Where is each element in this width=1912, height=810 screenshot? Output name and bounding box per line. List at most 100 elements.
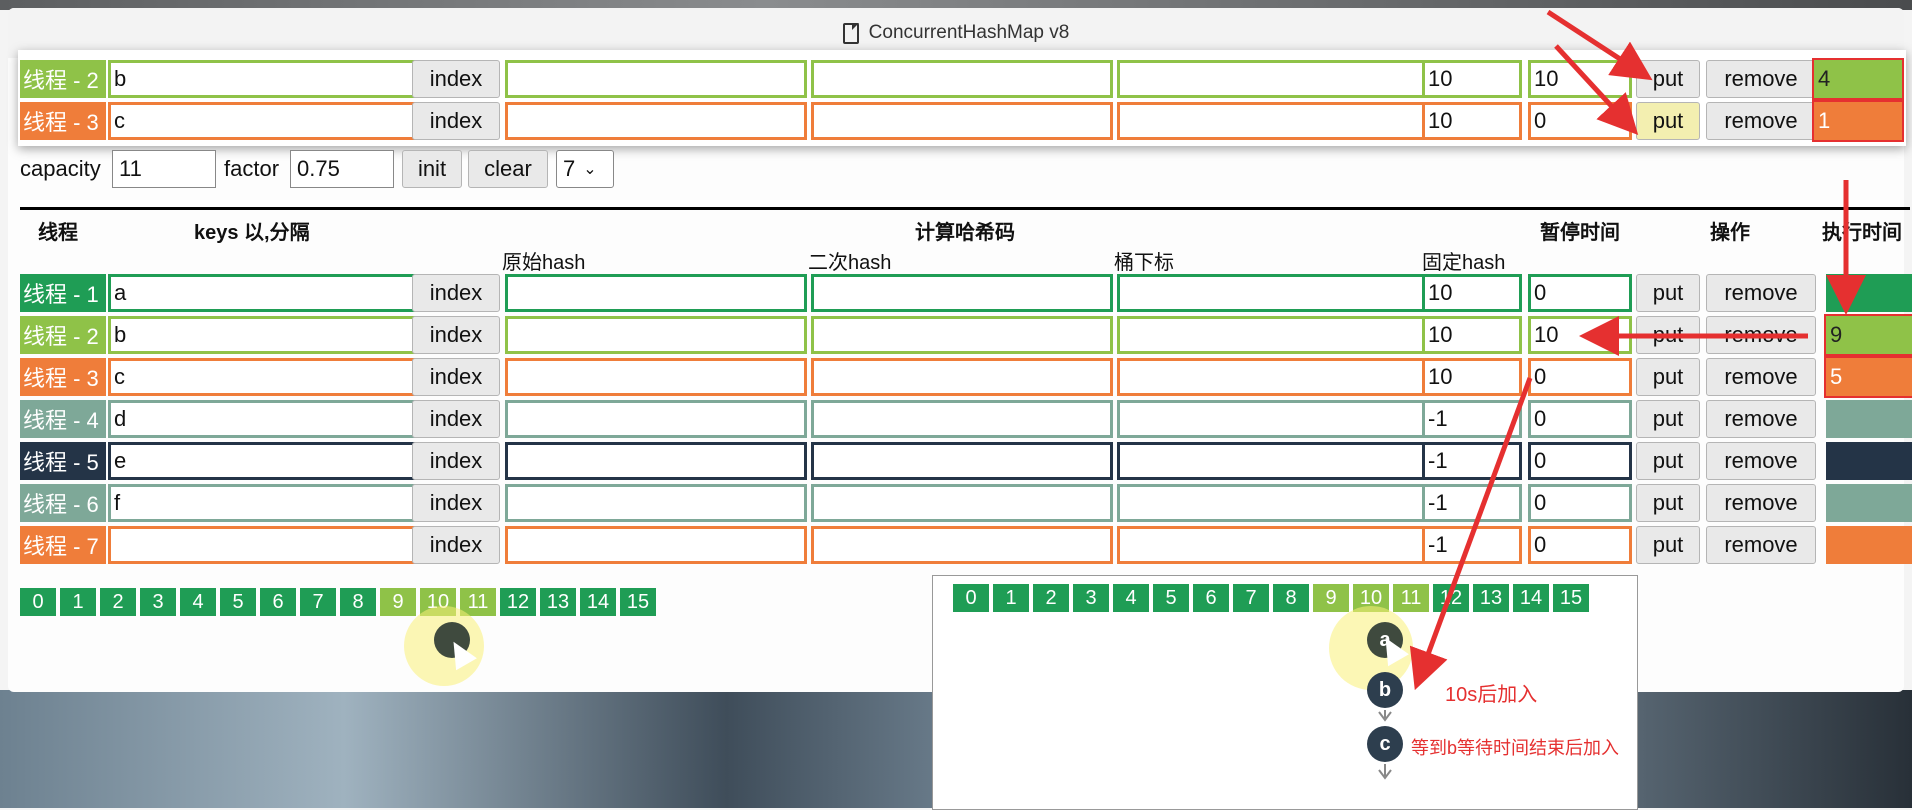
index-button[interactable]: index [412,358,500,396]
second-hash-field[interactable] [811,102,1113,140]
chevron-down-icon: ⌄ [583,161,597,178]
put-button[interactable]: put [1636,442,1700,480]
put-button[interactable]: put [1636,60,1700,98]
put-button[interactable]: put [1636,400,1700,438]
remove-button[interactable]: remove [1706,442,1816,480]
index-button[interactable]: index [412,102,500,140]
pause-input[interactable]: 10 [1528,60,1632,98]
keys-input[interactable] [108,526,430,564]
orig-hash-field[interactable] [505,60,807,98]
bucket-cell: 8 [340,588,376,616]
keys-input[interactable]: b [108,316,430,354]
remove-button[interactable]: remove [1706,526,1816,564]
keys-input[interactable]: d [108,400,430,438]
fixed-hash-input[interactable]: 10 [1422,102,1522,140]
capacity-input[interactable]: 11 [112,150,216,188]
second-hash-field[interactable] [811,484,1113,522]
fixed-hash-input[interactable]: 10 [1422,60,1522,98]
fixed-hash-input[interactable]: 10 [1422,316,1522,354]
thread-count-select[interactable]: 7 ⌄ [556,150,614,188]
header-pause: 暂停时间 [1540,222,1620,244]
keys-input[interactable]: b [108,60,430,98]
orig-hash-field[interactable] [505,400,807,438]
init-button[interactable]: init [402,150,462,188]
remove-button[interactable]: remove [1706,400,1816,438]
second-hash-field[interactable] [811,358,1113,396]
orig-hash-field[interactable] [505,442,807,480]
bucket-index-field[interactable] [1117,102,1439,140]
bucket-index-field[interactable] [1117,400,1439,438]
orig-hash-field[interactable] [505,316,807,354]
keys-input[interactable]: e [108,442,430,480]
bucket-array-inset: 0 1 2 3 4 5 6 7 8 9 10 11 12 13 14 15 [953,584,1589,612]
fixed-hash-input[interactable]: -1 [1422,526,1522,564]
exec-time: 1 [1812,100,1904,142]
put-button[interactable]: put [1636,526,1700,564]
index-button[interactable]: index [412,274,500,312]
orig-hash-field[interactable] [505,358,807,396]
remove-button[interactable]: remove [1706,316,1816,354]
put-button[interactable]: put [1636,484,1700,522]
index-button[interactable]: index [412,316,500,354]
bucket-index-field[interactable] [1117,358,1439,396]
pause-input[interactable]: 0 [1528,102,1632,140]
pause-input[interactable]: 0 [1528,400,1632,438]
pause-input[interactable]: 0 [1528,484,1632,522]
second-hash-field[interactable] [811,274,1113,312]
exec-time: 4 [1812,58,1904,100]
index-button[interactable]: index [412,442,500,480]
fixed-hash-input[interactable]: 10 [1422,358,1522,396]
index-button[interactable]: index [412,484,500,522]
index-button[interactable]: index [412,526,500,564]
clear-button[interactable]: clear [468,150,548,188]
orig-hash-field[interactable] [505,526,807,564]
fixed-hash-input[interactable]: -1 [1422,400,1522,438]
orig-hash-field[interactable] [505,102,807,140]
fixed-hash-input[interactable]: -1 [1422,484,1522,522]
remove-button[interactable]: remove [1706,60,1816,98]
second-hash-field[interactable] [811,400,1113,438]
bucket-index-field[interactable] [1117,442,1439,480]
remove-button[interactable]: remove [1706,274,1816,312]
pause-input[interactable]: 0 [1528,526,1632,564]
keys-input[interactable]: c [108,102,430,140]
pause-input[interactable]: 0 [1528,442,1632,480]
bucket-index-field[interactable] [1117,60,1439,98]
put-button[interactable]: put [1636,358,1700,396]
header-second-hash: 二次hash [808,252,892,274]
put-button[interactable]: put [1636,102,1700,140]
index-button[interactable]: index [412,400,500,438]
index-button[interactable]: index [412,60,500,98]
thread-label: 线程 - 7 [20,526,106,564]
keys-input[interactable]: f [108,484,430,522]
pause-input[interactable]: 10 [1528,316,1632,354]
keys-input[interactable]: a [108,274,430,312]
keys-input[interactable]: c [108,358,430,396]
fixed-hash-input[interactable]: 10 [1422,274,1522,312]
remove-button[interactable]: remove [1706,358,1816,396]
put-button[interactable]: put [1636,316,1700,354]
pause-input[interactable]: 0 [1528,358,1632,396]
factor-input[interactable]: 0.75 [290,150,394,188]
orig-hash-field[interactable] [505,274,807,312]
node-links [1378,710,1392,780]
remove-button[interactable]: remove [1706,484,1816,522]
put-button[interactable]: put [1636,274,1700,312]
bucket-index-field[interactable] [1117,316,1439,354]
pause-input[interactable]: 0 [1528,274,1632,312]
second-hash-field[interactable] [811,60,1113,98]
remove-button[interactable]: remove [1706,102,1816,140]
bucket-index-field[interactable] [1117,526,1439,564]
orig-hash-field[interactable] [505,484,807,522]
header-op: 操作 [1710,222,1750,244]
second-hash-field[interactable] [811,442,1113,480]
second-hash-field[interactable] [811,316,1113,354]
bucket-index-field[interactable] [1117,274,1439,312]
bucket-cell: 14 [580,588,616,616]
second-hash-field[interactable] [811,526,1113,564]
bucket-cell: 2 [1033,584,1069,612]
bucket-index-field[interactable] [1117,484,1439,522]
fixed-hash-input[interactable]: -1 [1422,442,1522,480]
bucket-cell: 6 [260,588,296,616]
capacity-label: capacity [20,156,101,181]
